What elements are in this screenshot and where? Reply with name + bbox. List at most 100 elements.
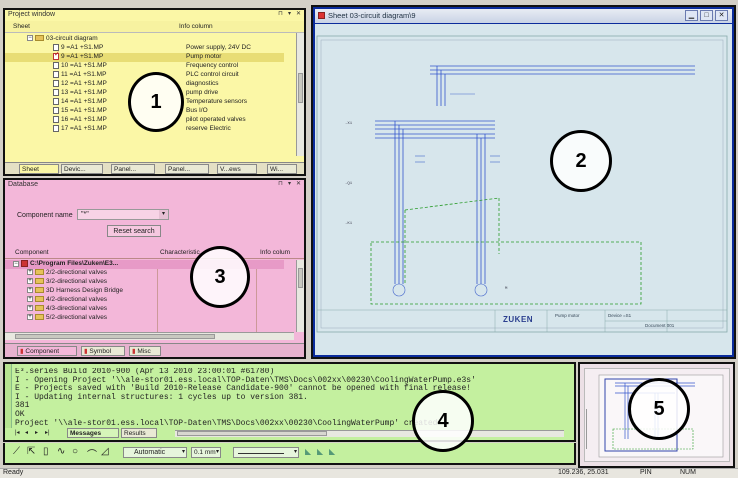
- tab-misc[interactable]: ▮ Misc: [129, 346, 161, 356]
- chevron-down-icon[interactable]: ▾: [216, 448, 219, 455]
- status-indicator-num: NUM: [680, 469, 696, 476]
- sheet-canvas[interactable]: -X1 -Q1 -K1 M ZUKEN Pump motor Device =S…: [315, 24, 732, 355]
- tab-component[interactable]: ▮ Component: [17, 346, 77, 356]
- chevron-down-icon[interactable]: ▾: [182, 448, 185, 455]
- tab-sheet[interactable]: Sheet: [19, 164, 59, 174]
- tab-views[interactable]: V...ews: [217, 164, 257, 174]
- tree-row[interactable]: − 03-circuit diagram: [5, 35, 284, 44]
- line-pattern-select[interactable]: ▾: [233, 447, 299, 458]
- tree-label: 3D Harness Design Bridge: [46, 287, 123, 294]
- page-icon: [53, 116, 59, 123]
- tree-info: Power supply, 24V DC: [186, 44, 251, 52]
- rectangle-tool-icon[interactable]: ▯: [43, 446, 49, 457]
- tree-row[interactable]: 10 =A1 +S1.MP Frequency control: [5, 62, 284, 71]
- arc-tool-icon[interactable]: ⌒: [87, 446, 97, 461]
- tree-label: 3/2-directional valves: [46, 278, 108, 285]
- project-tab-strip: Sheet Devic... Panel... Panel... V...ews…: [5, 162, 304, 174]
- database-scrollbar[interactable]: [296, 260, 304, 332]
- folder-icon: [35, 269, 44, 276]
- page-icon: [53, 62, 59, 69]
- line-style-select[interactable]: Automatic ▾: [123, 447, 187, 458]
- expand-icon[interactable]: +: [27, 305, 33, 312]
- overview-vertical-label: [586, 409, 596, 449]
- close-button[interactable]: ✕: [715, 10, 728, 21]
- tab-messages[interactable]: Messages: [67, 428, 119, 438]
- expand-icon[interactable]: +: [27, 278, 33, 285]
- tree-row[interactable]: 9 =A1 +S1.MP Power supply, 24V DC: [5, 44, 284, 53]
- column-header-component[interactable]: Component: [15, 249, 49, 256]
- last-page-icon[interactable]: ▸|: [45, 429, 50, 436]
- tree-row[interactable]: +4/3-directional valves: [5, 305, 284, 314]
- dropdown-icon[interactable]: ▾: [286, 11, 293, 18]
- line-tool-icon[interactable]: ⟋: [13, 446, 20, 457]
- tab-panel-2[interactable]: Panel...: [165, 164, 209, 174]
- minimize-button[interactable]: ▁: [685, 10, 698, 21]
- folder-icon: [35, 35, 44, 42]
- green-tool-2-icon[interactable]: ◣: [317, 447, 323, 456]
- close-icon[interactable]: ✕: [295, 181, 302, 188]
- log-line: 381: [15, 401, 30, 411]
- expand-icon[interactable]: +: [27, 314, 33, 321]
- tree-label: 4/3-directional valves: [46, 305, 108, 312]
- first-page-icon[interactable]: |◂: [15, 429, 20, 436]
- output-tab-strip: |◂ ◂ ▸ ▸| Messages Results: [15, 428, 175, 439]
- component-name-combobox[interactable]: "*" ▾: [77, 209, 169, 220]
- expand-icon[interactable]: +: [27, 287, 33, 294]
- column-header-characteristic[interactable]: Characteristic: [160, 249, 200, 256]
- prev-page-icon[interactable]: ◂: [25, 429, 28, 436]
- circle-tool-icon[interactable]: ○: [72, 446, 78, 457]
- page-icon: [53, 80, 59, 87]
- tab-panel-1[interactable]: Panel...: [111, 164, 155, 174]
- maximize-button[interactable]: □: [700, 10, 713, 21]
- expand-icon[interactable]: +: [27, 269, 33, 276]
- tab-results[interactable]: Results: [121, 428, 157, 438]
- dropdown-icon[interactable]: ▾: [286, 181, 293, 188]
- callout-5: 5: [628, 378, 690, 440]
- tab-devices[interactable]: Devic...: [61, 164, 103, 174]
- sheet-icon: [318, 12, 325, 19]
- tree-row-selected[interactable]: ✓ 9 =A1 +S1.MP Pump motor: [5, 51, 284, 62]
- curve-tool-icon[interactable]: ∿: [57, 446, 65, 457]
- drawing-toolbar: ⟋ ⇱ ▯ ∿ ○ ⌒ ◿ Automatic ▾ 0.1 mm ▾ ▾ ◣ ◣…: [3, 443, 576, 465]
- tree-info: Pump motor: [186, 53, 222, 61]
- tree-row[interactable]: +5/2-directional valves: [5, 314, 284, 323]
- close-icon[interactable]: ✕: [295, 11, 302, 18]
- collapse-icon[interactable]: −: [13, 260, 19, 267]
- callout-3: 3: [190, 246, 250, 308]
- reset-search-button[interactable]: Reset search: [107, 225, 161, 237]
- tree-info: diagnostics: [186, 80, 219, 88]
- log-line: I - Updating internal structures: 1 cycl…: [15, 392, 308, 402]
- tree-label: 2/2-directional valves: [46, 269, 108, 276]
- column-header-info[interactable]: Info column: [179, 23, 213, 30]
- sheet-window: Sheet 03-circuit diagram\9 ▁ □ ✕ -X1 -Q1…: [311, 5, 736, 359]
- polygon-tool-icon[interactable]: ◿: [101, 446, 109, 457]
- tab-windows[interactable]: Wi...: [267, 164, 297, 174]
- pointer-tool-icon[interactable]: ⇱: [27, 446, 35, 457]
- column-header-sheet[interactable]: Sheet: [13, 23, 30, 30]
- page-icon: [53, 89, 59, 96]
- tree-info: Temperature sensors: [186, 98, 248, 106]
- line-width-select[interactable]: 0.1 mm ▾: [191, 447, 221, 458]
- chevron-down-icon[interactable]: ▾: [294, 448, 297, 455]
- tree-info: Bus I/O: [186, 107, 208, 115]
- folder-icon: [35, 287, 44, 294]
- output-hscrollbar[interactable]: [175, 430, 564, 437]
- green-tool-3-icon[interactable]: ◣: [329, 447, 335, 456]
- green-tool-1-icon[interactable]: ◣: [305, 447, 311, 456]
- pin-icon[interactable]: ⊓: [277, 181, 284, 188]
- pin-icon[interactable]: ⊓: [277, 11, 284, 18]
- output-log[interactable]: E³.series Build 2010-900 (Apr 13 2010 23…: [15, 368, 562, 428]
- collapse-icon[interactable]: −: [27, 35, 33, 42]
- database-hscrollbar[interactable]: [5, 332, 294, 340]
- tree-label: 4/2-directional valves: [46, 296, 108, 303]
- page-icon: [53, 125, 59, 132]
- project-scrollbar[interactable]: [296, 33, 304, 156]
- next-page-icon[interactable]: ▸: [35, 429, 38, 436]
- column-header-info[interactable]: Info colum: [260, 249, 290, 256]
- chevron-down-icon[interactable]: ▾: [159, 210, 168, 219]
- expand-icon[interactable]: +: [27, 296, 33, 303]
- tab-symbol[interactable]: ▮ Symbol: [81, 346, 125, 356]
- sheet-titlebar: Sheet 03-circuit diagram\9 ▁ □ ✕: [315, 9, 732, 23]
- page-icon: [53, 98, 59, 105]
- zuken-logo: ZUKEN: [503, 315, 534, 324]
